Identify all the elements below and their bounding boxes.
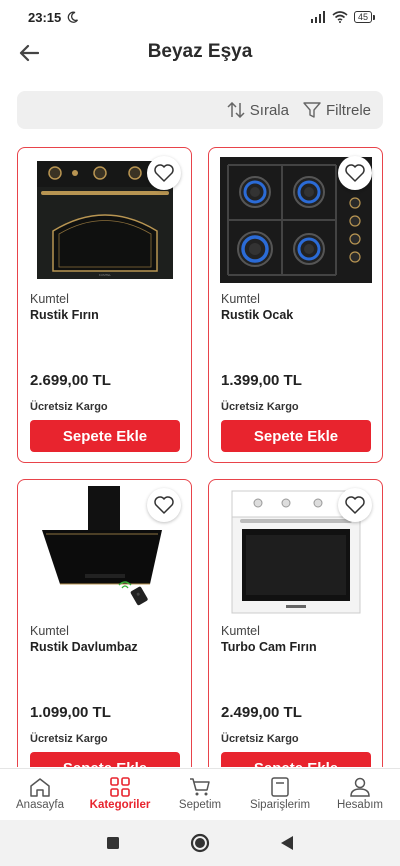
- page-header: Beyaz Eşya: [0, 34, 400, 70]
- product-name: Turbo Cam Fırın: [221, 640, 317, 654]
- product-name: Rustik Davlumbaz: [30, 640, 138, 654]
- sort-filter-bar: Sırala Filtrele: [17, 91, 383, 129]
- heart-icon: [154, 496, 174, 514]
- grid-icon: [110, 776, 130, 797]
- add-to-cart-button[interactable]: Sepete Ekle: [30, 420, 180, 452]
- shipping-info: Ücretsiz Kargo: [221, 733, 299, 745]
- recents-button[interactable]: [106, 836, 120, 850]
- product-card[interactable]: KUMTEL Kumtel Rustik Fırın 2.699,00 TL Ü…: [17, 147, 192, 463]
- product-price: 1.399,00 TL: [221, 372, 302, 389]
- status-time: 23:15: [28, 9, 62, 25]
- add-to-cart-button[interactable]: Sepete Ekle: [30, 752, 180, 767]
- user-icon: [350, 777, 370, 797]
- battery-indicator: 45: [353, 11, 376, 23]
- circle-icon: [190, 833, 210, 853]
- nav-label: Anasayfa: [16, 798, 64, 811]
- favorite-button[interactable]: [338, 156, 372, 190]
- arrow-left-icon: [19, 44, 39, 62]
- product-brand: Kumtel: [221, 292, 260, 306]
- triangle-back-icon: [281, 836, 293, 850]
- product-brand: Kumtel: [30, 624, 69, 638]
- square-icon: [107, 837, 119, 849]
- heart-icon: [345, 496, 365, 514]
- nav-item-home[interactable]: Anasayfa: [0, 769, 80, 818]
- add-to-cart-button[interactable]: Sepete Ekle: [221, 420, 371, 452]
- wifi-icon: [332, 11, 348, 23]
- sort-arrows-icon: [227, 102, 245, 118]
- home-system-button[interactable]: [190, 833, 210, 853]
- orders-icon: [271, 776, 289, 797]
- product-price: 2.499,00 TL: [221, 704, 302, 721]
- nav-item-cart[interactable]: Sepetim: [160, 769, 240, 818]
- product-brand: Kumtel: [30, 292, 69, 306]
- status-icons: 45: [310, 11, 376, 23]
- svg-text:KUMTEL: KUMTEL: [98, 273, 111, 277]
- system-nav-bar: [0, 820, 400, 866]
- home-icon: [30, 777, 50, 797]
- product-grid: KUMTEL Kumtel Rustik Fırın 2.699,00 TL Ü…: [17, 147, 383, 767]
- favorite-button[interactable]: [147, 156, 181, 190]
- product-name: Rustik Fırın: [30, 308, 99, 322]
- nav-label: Hesabım: [336, 798, 384, 811]
- page-title: Beyaz Eşya: [147, 41, 253, 62]
- shipping-info: Ücretsiz Kargo: [221, 401, 299, 413]
- sort-button[interactable]: Sırala: [227, 102, 289, 119]
- shipping-info: Ücretsiz Kargo: [30, 401, 108, 413]
- nav-label: Kategoriler: [89, 798, 151, 811]
- product-card[interactable]: Kumtel Turbo Cam Fırın 2.499,00 TL Ücret…: [208, 479, 383, 767]
- filter-funnel-icon: [303, 102, 321, 118]
- product-price: 2.699,00 TL: [30, 372, 111, 389]
- nav-label: Sepetim: [178, 798, 222, 811]
- sort-label: Sırala: [249, 101, 289, 119]
- add-to-cart-button[interactable]: Sepete Ekle: [221, 752, 371, 767]
- product-name: Rustik Ocak: [221, 308, 294, 322]
- product-card[interactable]: Kumtel Rustik Ocak 1.399,00 TL Ücretsiz …: [208, 147, 383, 463]
- product-card[interactable]: Kumtel Rustik Davlumbaz 1.099,00 TL Ücre…: [17, 479, 192, 767]
- nav-label: Siparişlerim: [249, 798, 311, 811]
- nav-item-categories[interactable]: Kategoriler: [80, 769, 160, 818]
- heart-icon: [345, 164, 365, 182]
- product-price: 1.099,00 TL: [30, 704, 111, 721]
- favorite-button[interactable]: [338, 488, 372, 522]
- back-button[interactable]: [14, 38, 44, 68]
- back-system-button[interactable]: [280, 835, 294, 851]
- favorite-button[interactable]: [147, 488, 181, 522]
- signal-icon: [310, 11, 325, 23]
- heart-icon: [154, 164, 174, 182]
- shipping-info: Ücretsiz Kargo: [30, 733, 108, 745]
- moon-icon: [67, 11, 79, 23]
- filter-label: Filtrele: [325, 101, 371, 119]
- cart-icon: [190, 777, 210, 795]
- filter-button[interactable]: Filtrele: [303, 102, 371, 119]
- nav-item-account[interactable]: Hesabım: [320, 769, 400, 818]
- bottom-nav: Anasayfa Kategoriler Sepetim Siparişleri…: [0, 768, 400, 818]
- nav-item-orders[interactable]: Siparişlerim: [240, 769, 320, 818]
- product-brand: Kumtel: [221, 624, 260, 638]
- status-bar: 23:15 45: [0, 0, 400, 34]
